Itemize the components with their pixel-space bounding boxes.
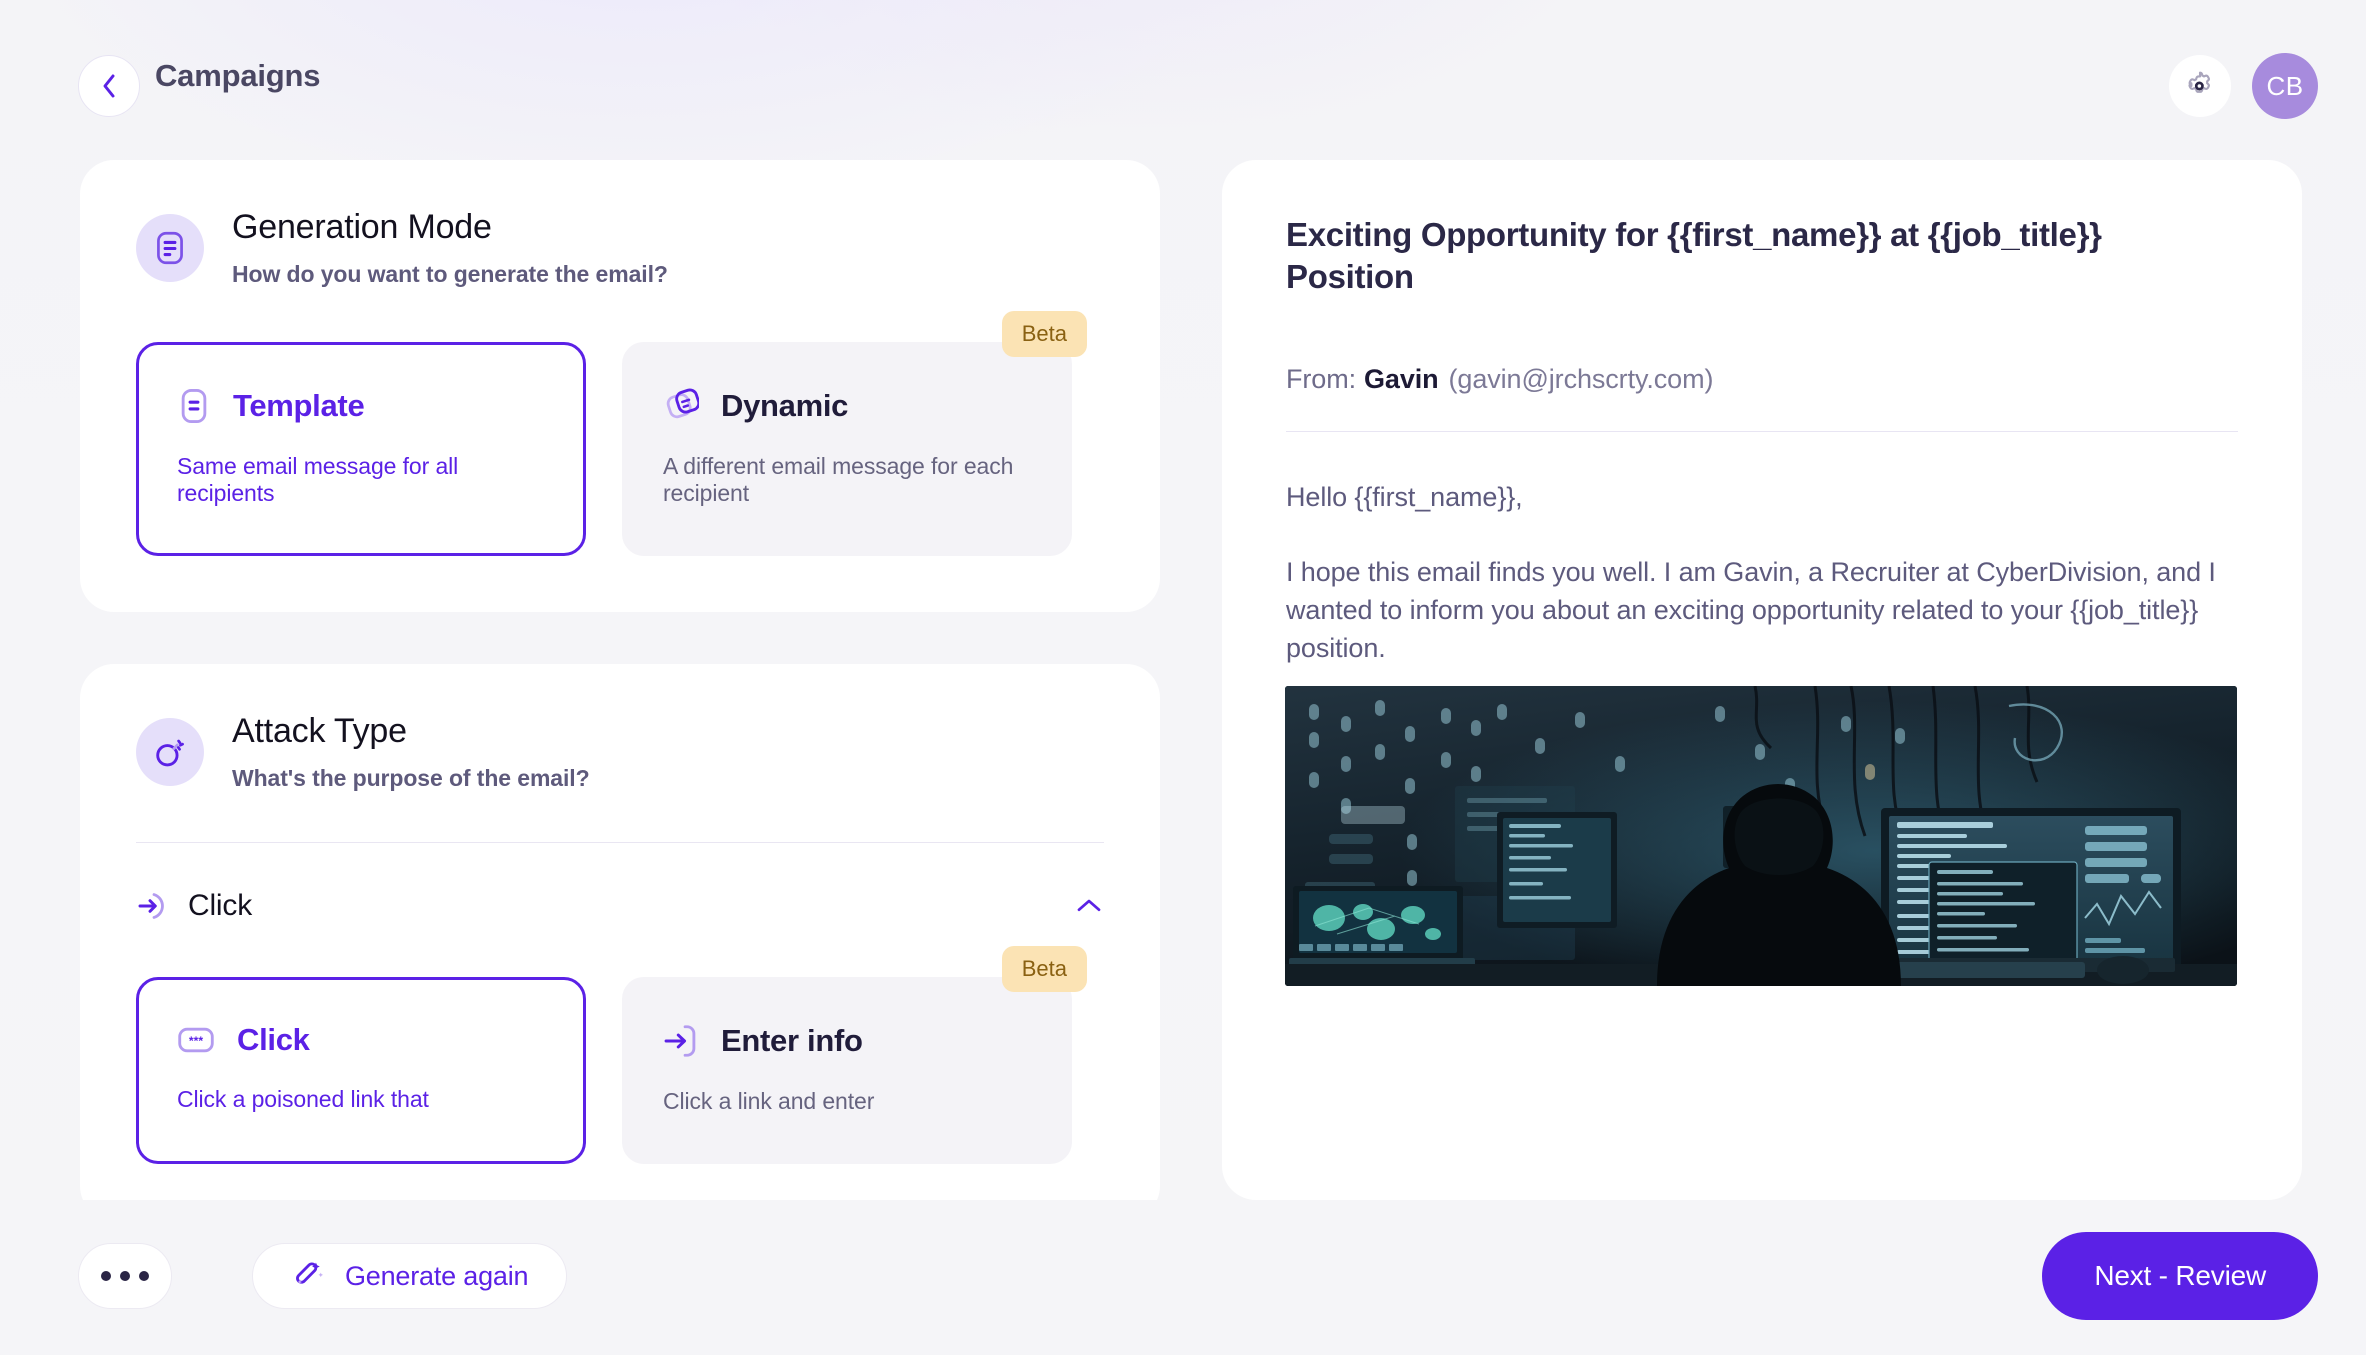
generation-mode-header: Generation Mode How do you want to gener… <box>136 208 1104 288</box>
email-from-name: Gavin <box>1364 364 1439 395</box>
option-dynamic-title: Dynamic <box>721 388 849 423</box>
option-click[interactable]: *** Click Click a poisoned link that <box>136 976 586 1164</box>
hooded-hacker-illustration <box>1285 685 2237 986</box>
chevron-up-icon[interactable] <box>1074 896 1104 916</box>
generate-again-button[interactable]: Generate again <box>252 1243 568 1309</box>
settings-column: Generation Mode How do you want to gener… <box>80 160 1160 1200</box>
collapse-left: Click <box>136 889 252 923</box>
email-subject: Exciting Opportunity for {{first_name}} … <box>1286 216 2102 296</box>
attack-type-options: *** Click Click a poisoned link that Bet… <box>136 945 1104 1164</box>
generate-again-label: Generate again <box>345 1260 529 1291</box>
generation-mode-title: Generation Mode <box>232 208 492 246</box>
more-options-button[interactable] <box>78 1243 172 1309</box>
template-icon <box>181 388 207 424</box>
email-from-address: (gavin@jrchscrty.com) <box>1448 364 1714 395</box>
email-preview-panel: Exciting Opportunity for {{first_name}} … <box>1222 160 2302 1200</box>
option-click-title: Click <box>237 1021 310 1057</box>
email-divider <box>1286 431 2238 433</box>
dot-2-icon <box>120 1271 130 1281</box>
email-paragraph: I hope this email finds you well. I am G… <box>1286 556 2216 664</box>
email-from-row: From: Gavin (gavin@jrchscrty.com) <box>1286 364 2238 395</box>
dot-1-icon <box>101 1271 111 1281</box>
email-greeting: Hello {{first_name}}, <box>1286 482 1523 513</box>
gear-icon <box>2188 71 2210 93</box>
option-template-title: Template <box>233 388 365 423</box>
app-header: Campaigns CB <box>0 0 2366 160</box>
option-template-desc: Same email message for all recipients <box>177 453 459 506</box>
password-field-icon: *** <box>178 1027 214 1053</box>
option-click-head: *** Click <box>177 1022 545 1058</box>
bomb-icon <box>136 717 204 786</box>
attack-type-header: Attack Type What's the purpose of the em… <box>136 712 1104 792</box>
back-button[interactable] <box>78 55 140 117</box>
option-template[interactable]: Template Same email message for all reci… <box>136 342 586 556</box>
magic-wand-icon <box>296 1262 324 1285</box>
attack-type-title: Attack Type <box>232 711 407 750</box>
option-enter-info[interactable]: Beta Enter info Click a link and enter <box>622 945 1087 1164</box>
svg-text:***: *** <box>189 1034 203 1048</box>
email-body: Hello {{first_name}}, I hope this email … <box>1286 478 2238 667</box>
option-dynamic[interactable]: Beta Dynamic A different email message f… <box>622 311 1087 556</box>
arrow-right-circle-icon <box>138 892 164 919</box>
page-title: Campaigns <box>155 58 321 93</box>
settings-button[interactable] <box>2169 55 2231 117</box>
attack-type-divider <box>136 841 1104 843</box>
option-template-head: Template <box>177 387 545 425</box>
generation-mode-options: Template Same email message for all reci… <box>136 311 1104 556</box>
option-enter-info-head: Enter info <box>663 1022 1031 1060</box>
collapse-label: Click <box>188 888 252 922</box>
beta-badge-dynamic: Beta <box>1001 311 1087 357</box>
bottom-toolbar: Generate again Next - Review <box>0 1200 2366 1355</box>
generation-mode-card: Generation Mode How do you want to gener… <box>80 160 1160 612</box>
attack-type-collapse-click[interactable]: Click <box>136 889 1104 923</box>
attack-type-subtitle: What's the purpose of the email? <box>232 764 590 791</box>
email-from-label: From: <box>1286 364 1356 395</box>
beta-badge-enter-info: Beta <box>1001 945 1087 992</box>
option-enter-info-desc: Click a link and enter <box>663 1087 875 1114</box>
dot-3-icon <box>139 1271 149 1281</box>
next-review-button[interactable]: Next - Review <box>2042 1232 2318 1320</box>
option-dynamic-head: Dynamic <box>663 387 1031 425</box>
attack-type-card: Attack Type What's the purpose of the em… <box>80 663 1160 1200</box>
option-click-desc: Click a poisoned link that <box>177 1085 429 1112</box>
option-enter-info-title: Enter info <box>721 1022 863 1058</box>
option-dynamic-desc: A different email message for each recip… <box>663 453 1014 506</box>
email-image <box>1285 685 2237 986</box>
avatar[interactable]: CB <box>2252 53 2318 119</box>
chevron-left-icon <box>103 74 115 98</box>
login-arrow-icon <box>664 1025 696 1057</box>
document-lines-icon <box>136 214 204 282</box>
dynamic-layers-icon <box>666 388 699 419</box>
generation-mode-subtitle: How do you want to generate the email? <box>232 261 668 287</box>
